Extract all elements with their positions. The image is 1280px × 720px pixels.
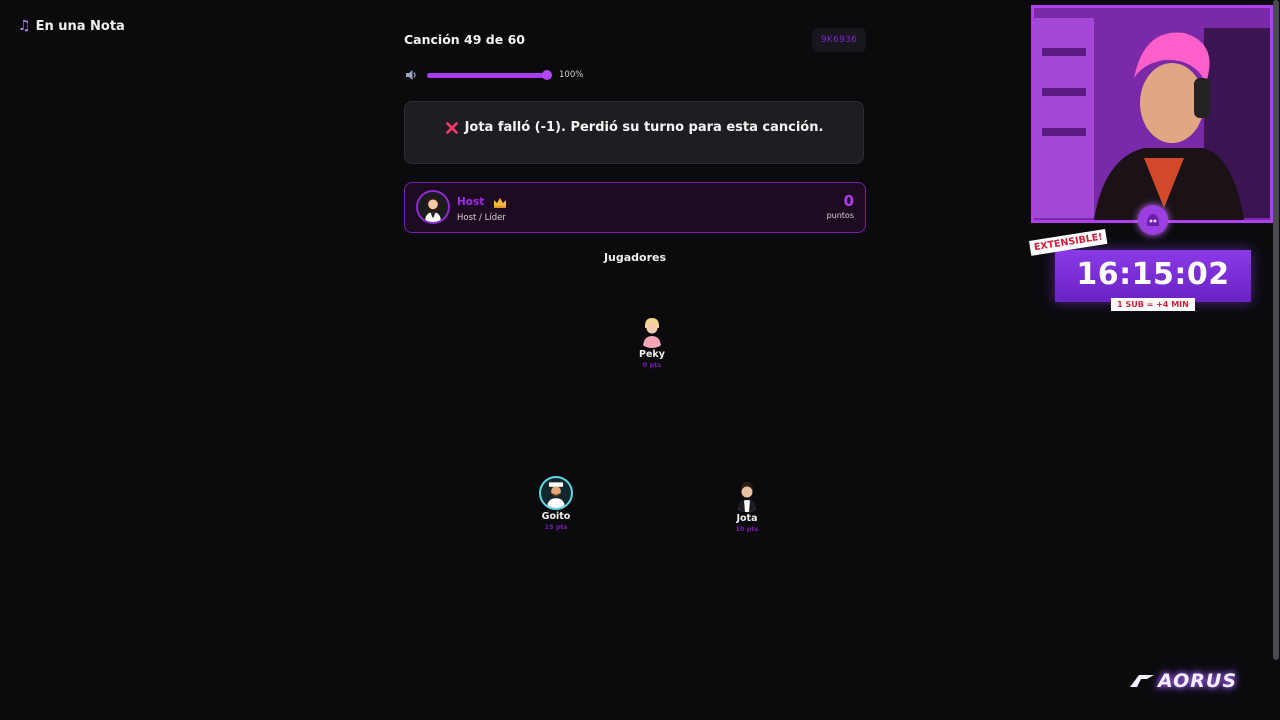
volume-control: 100% bbox=[404, 68, 583, 82]
volume-thumb[interactable] bbox=[542, 70, 552, 80]
player-points: 0 pts bbox=[642, 361, 662, 369]
webcam-feed bbox=[1031, 5, 1273, 223]
player-name: Peky bbox=[639, 349, 665, 360]
aorus-logo: AORUS bbox=[1129, 670, 1237, 692]
song-counter: Canción 49 de 60 bbox=[404, 32, 525, 47]
host-name: Host bbox=[457, 196, 485, 208]
volume-label: 100% bbox=[559, 70, 584, 80]
webcam-image bbox=[1034, 8, 1270, 220]
player-avatar-active bbox=[539, 476, 573, 510]
volume-fill bbox=[427, 72, 547, 78]
x-icon bbox=[445, 121, 458, 134]
eagle-icon bbox=[1130, 675, 1154, 687]
sub-rule-tag: 1 SUB = +4 MIN bbox=[1111, 298, 1195, 311]
player-name: Goito bbox=[541, 511, 571, 522]
status-message-text: Jota falló (-1). Perdió su turno para es… bbox=[464, 120, 824, 135]
player-points: 15 pts bbox=[544, 523, 568, 531]
player-goito[interactable]: Goito 15 pts bbox=[516, 476, 596, 531]
speaker-icon[interactable] bbox=[404, 68, 418, 82]
volume-slider[interactable] bbox=[427, 70, 552, 80]
app-title-text: En una Nota bbox=[35, 18, 125, 34]
crown-icon bbox=[494, 197, 507, 208]
room-code-button[interactable]: 9K6936 bbox=[812, 28, 866, 52]
player-peky[interactable]: Peky 0 pts bbox=[612, 314, 692, 369]
music-note-icon: ♫ bbox=[18, 18, 31, 34]
page-scrollbar[interactable] bbox=[1273, 0, 1279, 660]
host-points-value: 0 bbox=[843, 192, 854, 210]
host-avatar bbox=[416, 190, 450, 224]
aorus-text: AORUS bbox=[1158, 670, 1238, 692]
players-heading: Jugadores bbox=[603, 251, 667, 264]
player-avatar bbox=[730, 478, 764, 512]
host-name-row: Host bbox=[457, 196, 507, 208]
app-title: ♫ En una Nota bbox=[18, 18, 125, 34]
player-jota[interactable]: Jota 10 pts bbox=[707, 478, 787, 533]
host-points: 0 puntos bbox=[826, 192, 854, 221]
subathon-timer: 16:15:02 bbox=[1055, 250, 1251, 302]
streamer-logo-icon bbox=[1138, 205, 1168, 235]
host-card: Host Host / Líder 0 puntos bbox=[404, 182, 866, 233]
host-points-label: puntos bbox=[826, 211, 854, 220]
player-points: 10 pts bbox=[735, 525, 759, 533]
player-name: Jota bbox=[736, 513, 758, 524]
player-avatar bbox=[635, 314, 669, 348]
status-message: Jota falló (-1). Perdió su turno para es… bbox=[404, 101, 864, 164]
timer-value: 16:15:02 bbox=[1076, 256, 1230, 292]
host-role: Host / Líder bbox=[457, 213, 506, 223]
